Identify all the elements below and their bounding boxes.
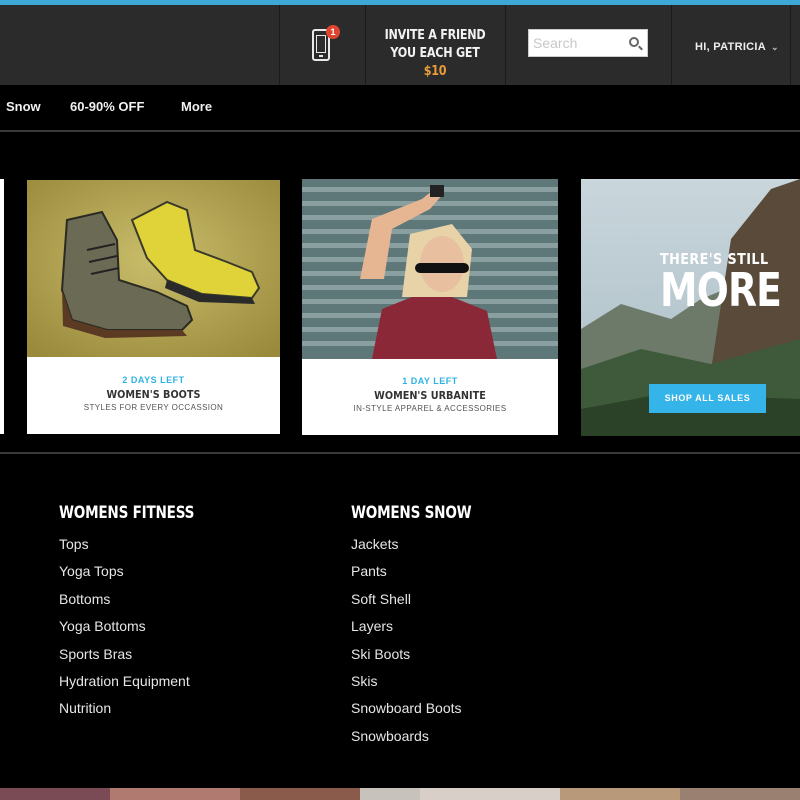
menu-link[interactable]: Skis — [351, 668, 502, 695]
header-separator — [671, 5, 672, 85]
menu-link[interactable]: Snowboards — [351, 723, 502, 750]
urbanite-image — [302, 179, 558, 359]
site-header: 1 INVITE A FRIEND YOU EACH GET $10 HI, P… — [0, 5, 800, 85]
header-separator — [790, 5, 791, 85]
nav-item-sale[interactable]: 60-90% OFF — [70, 99, 144, 114]
category-nav: Snow 60-90% OFF More — [0, 95, 800, 121]
menu-link[interactable]: Soft Shell — [351, 586, 502, 613]
invite-line-2: YOU EACH GET $10 — [390, 46, 480, 79]
search-box[interactable] — [528, 29, 648, 57]
menu-link[interactable]: Hydration Equipment — [59, 668, 228, 695]
menu-link[interactable]: Jackets — [351, 531, 502, 558]
menu-link[interactable]: Yoga Tops — [59, 558, 228, 585]
sale-card-boots-info: 2 DAYS LEFT WOMEN'S BOOTS STYLES FOR EVE… — [27, 375, 280, 412]
header-separator — [505, 5, 506, 85]
search-input[interactable] — [533, 33, 623, 53]
user-greeting: HI, PATRICIA — [695, 41, 767, 53]
menu-link[interactable]: Yoga Bottoms — [59, 613, 228, 640]
invite-line-1: INVITE A FRIEND — [384, 28, 486, 43]
menu-heading-snow[interactable]: WOMENS SNOW — [351, 503, 472, 523]
section-divider — [0, 452, 800, 454]
menu-link[interactable]: Bottoms — [59, 586, 228, 613]
nav-item-snow[interactable]: Snow — [6, 99, 41, 114]
nav-item-more[interactable]: More — [181, 99, 212, 114]
user-menu[interactable]: HI, PATRICIA ⌄ — [695, 41, 779, 53]
sale-subtitle: IN-STYLE APPAREL & ACCESSORIES — [353, 404, 507, 413]
menu-link[interactable]: Tops — [59, 531, 228, 558]
menu-link[interactable]: Layers — [351, 613, 502, 640]
boots-image — [27, 180, 280, 357]
menu-column-snow: WOMENS SNOW Jackets Pants Soft Shell Lay… — [351, 503, 502, 750]
menu-link[interactable]: Nutrition — [59, 695, 228, 722]
header-separator — [279, 5, 280, 85]
menu-heading-fitness[interactable]: WOMENS FITNESS — [59, 503, 194, 523]
sale-card-boots[interactable]: 2 DAYS LEFT WOMEN'S BOOTS STYLES FOR EVE… — [27, 180, 280, 434]
chevron-down-icon: ⌄ — [771, 42, 779, 52]
invite-amount: $10 — [423, 64, 447, 79]
sale-title: WOMEN'S URBANITE — [374, 389, 486, 402]
sale-card-urbanite[interactable]: 1 DAY LEFT WOMEN'S URBANITE IN-STYLE APP… — [302, 179, 558, 435]
header-separator — [365, 5, 366, 85]
more-sales-heading: THERE'S STILL MORE — [660, 250, 800, 317]
previous-card-edge[interactable] — [0, 179, 4, 434]
sale-card-urbanite-info: 1 DAY LEFT WOMEN'S URBANITE IN-STYLE APP… — [302, 376, 558, 413]
mobile-app-link[interactable]: 1 — [280, 5, 365, 85]
shop-all-sales-button[interactable]: SHOP ALL SALES — [649, 384, 766, 413]
menu-link[interactable]: Sports Bras — [59, 641, 228, 668]
invite-friend-link[interactable]: INVITE A FRIEND YOU EACH GET $10 — [379, 27, 491, 81]
nav-divider — [0, 130, 800, 132]
more-heading-line-2: MORE — [660, 263, 782, 317]
notification-badge: 1 — [326, 25, 340, 39]
sale-title: WOMEN'S BOOTS — [106, 388, 201, 401]
menu-column-fitness: WOMENS FITNESS Tops Yoga Tops Bottoms Yo… — [59, 503, 228, 723]
menu-link[interactable]: Ski Boots — [351, 641, 502, 668]
days-left-label: 2 DAYS LEFT — [122, 375, 185, 385]
days-left-label: 1 DAY LEFT — [402, 376, 458, 386]
search-icon[interactable] — [629, 37, 639, 47]
menu-link[interactable]: Pants — [351, 558, 502, 585]
menu-link[interactable]: Snowboard Boots — [351, 695, 502, 722]
sale-subtitle: STYLES FOR EVERY OCCASSION — [83, 403, 224, 412]
below-fold-images — [0, 788, 800, 800]
